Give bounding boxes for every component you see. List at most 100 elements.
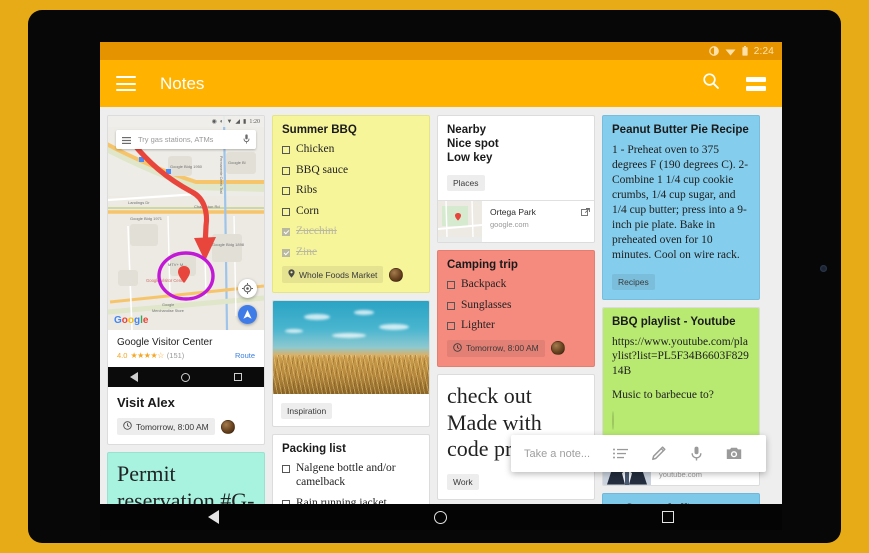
clock-icon [453, 342, 462, 354]
compass-icon[interactable] [238, 279, 257, 298]
checkbox-icon[interactable] [447, 301, 455, 310]
checklist-item[interactable]: Set out of office [612, 502, 750, 505]
note-card-permit[interactable]: Permit reservation #G-1016017 [107, 452, 265, 504]
checklist-item[interactable]: Ribs [282, 184, 420, 198]
label-chip[interactable]: Places [447, 175, 485, 191]
svg-text:Google Bldg 1950: Google Bldg 1950 [170, 164, 203, 169]
recents-icon[interactable] [662, 511, 675, 523]
map-search-bar[interactable]: Try gas stations, ATMs [116, 130, 256, 149]
hamburger-menu-icon[interactable] [122, 131, 131, 149]
checklist-item[interactable]: Backpack [447, 278, 585, 292]
label-chip[interactable]: Inspiration [281, 403, 333, 420]
status-bar-clock: 2:24 [753, 45, 774, 57]
navigation-icon[interactable] [238, 305, 257, 324]
map-search-input[interactable]: Try gas stations, ATMs [138, 135, 236, 144]
camera-icon[interactable] [715, 447, 753, 460]
checklist-item[interactable]: Rain running jacket [282, 497, 420, 504]
checkbox-icon[interactable] [282, 146, 290, 154]
map-inner-status-bar: ◉ ◐ ▼ ◢ ▮ 1:20 [108, 116, 264, 127]
route-link[interactable]: Route [235, 351, 255, 360]
back-icon[interactable] [207, 510, 219, 524]
note-card-nearby[interactable]: Nearby Nice spot Low key Places Ortega P… [437, 115, 595, 243]
checkbox-checked-icon[interactable] [282, 248, 290, 257]
link-preview-text: Ortega Park google.com [482, 201, 576, 242]
map-signal-icon: ◢ [235, 119, 241, 125]
pen-icon[interactable] [639, 446, 677, 461]
nearby-line-1: Nearby [447, 124, 486, 136]
reminder-chip[interactable]: Tomorrow, 8:00 AM [117, 418, 215, 435]
checklist-label: Zine [296, 245, 318, 258]
avatar[interactable] [220, 419, 235, 434]
checkbox-icon[interactable] [282, 499, 290, 504]
checkbox-icon[interactable] [282, 207, 290, 216]
checklist-label: Lighter [461, 319, 495, 332]
map-screenshot-image: Google Bldg 1950 Google Bldg 1971 Charle… [108, 116, 264, 330]
android-system-nav-bar[interactable] [100, 504, 782, 530]
home-icon[interactable] [433, 510, 447, 524]
notes-board[interactable]: Google Bldg 1950 Google Bldg 1971 Charle… [100, 107, 782, 504]
checklist-item[interactable]: BBQ sauce [282, 164, 420, 178]
avatar[interactable] [550, 341, 565, 356]
checklist-item[interactable]: Nalgene bottle and/or camelback [282, 462, 420, 489]
recipe-body: 1 - Preheat oven to 375 degrees F (190 d… [612, 144, 749, 261]
checkbox-checked-icon[interactable] [282, 228, 290, 237]
map-place-rating: 4.0 ★★★★☆ (151) Route [117, 351, 255, 360]
checklist-item[interactable]: Chicken [282, 143, 420, 157]
checklist-item[interactable]: Zucchini [282, 225, 420, 239]
location-chip[interactable]: Whole Foods Market [282, 266, 384, 284]
avatar[interactable] [612, 411, 614, 431]
checklist-item[interactable]: Corn [282, 205, 420, 219]
reminder-chip-row: Tomorrow, 8:00 AM [447, 339, 585, 357]
checkbox-icon[interactable] [282, 187, 290, 196]
take-a-note-bar[interactable]: Take a note... [511, 435, 766, 472]
playlist-body: BBQ playlist - Youtube https://www.youtu… [603, 307, 759, 440]
svg-text:Google Visitor Center: Google Visitor Center [146, 278, 187, 283]
search-icon[interactable] [702, 72, 720, 95]
note-card-camping-trip[interactable]: Camping trip Backpack Sunglasses Lighter… [437, 250, 595, 367]
label-chip[interactable]: Work [447, 474, 479, 491]
external-link-icon[interactable] [576, 201, 594, 242]
checklist-label: Sunglasses [461, 298, 512, 311]
avatar[interactable] [389, 267, 404, 282]
map-place-info: Google Visitor Center 4.0 ★★★★☆ (151) Ro… [108, 330, 264, 367]
checkbox-icon[interactable] [447, 322, 455, 331]
checklist-label: Chicken [296, 143, 335, 155]
list-icon[interactable] [601, 448, 639, 460]
svg-text:Landings Dr: Landings Dr [128, 200, 150, 205]
home-icon [181, 372, 191, 382]
note-card-map[interactable]: Google Bldg 1950 Google Bldg 1971 Charle… [107, 115, 265, 445]
label-chip[interactable]: Recipes [612, 273, 655, 290]
checkbox-icon[interactable] [447, 281, 455, 289]
note-title: Packing list [282, 443, 346, 456]
note-title: Visit Alex [117, 395, 175, 410]
note-card-packing-list[interactable]: Packing list Nalgene bottle and/or camel… [272, 434, 430, 504]
note-card-inspiration[interactable]: Inspiration [272, 300, 430, 428]
map-clock: 1:20 [249, 118, 260, 125]
battery-icon [742, 46, 748, 56]
checklist-item[interactable]: Sunglasses [447, 299, 585, 313]
note-card-summer-bbq[interactable]: Summer BBQ Chicken BBQ sauce Ribs Corn Z… [272, 115, 430, 294]
microphone-icon[interactable] [677, 446, 715, 461]
list-view-icon[interactable] [746, 76, 766, 91]
microphone-icon[interactable] [243, 131, 250, 149]
reminder-chip[interactable]: Tomorrow, 8:00 AM [447, 339, 545, 357]
location-chip-row: Whole Foods Market [282, 266, 420, 284]
notes-column-1: Google Bldg 1950 Google Bldg 1971 Charle… [107, 115, 265, 504]
checklist-item[interactable]: Lighter [447, 319, 585, 333]
checklist-label: Ribs [296, 184, 318, 197]
map-location-icon: ◉ [211, 119, 217, 125]
tablet-device-frame: 2:24 Notes Google Bldg 1950 Google Bldg … [28, 10, 841, 543]
checkbox-icon[interactable] [282, 465, 290, 474]
svg-text:Google Bldg 1898: Google Bldg 1898 [212, 242, 245, 247]
checklist-label: BBQ sauce [296, 163, 349, 176]
checkbox-icon[interactable] [282, 166, 290, 175]
note-card-pie-recipe[interactable]: Peanut Butter Pie Recipe 1 - Preheat ove… [602, 115, 760, 300]
take-a-note-input[interactable]: Take a note... [524, 448, 601, 460]
checklist-item[interactable]: Zine [282, 246, 420, 260]
app-bar: Notes [100, 60, 782, 107]
clock-icon [123, 421, 132, 432]
hamburger-menu-icon[interactable] [116, 76, 136, 91]
playlist-url-text[interactable]: https://www.youtube.com/playlist?list=PL… [612, 335, 750, 380]
note-card-office-list[interactable]: Set out of office Call about permit [602, 492, 760, 505]
link-preview-ortega-park[interactable]: Ortega Park google.com [438, 200, 594, 242]
